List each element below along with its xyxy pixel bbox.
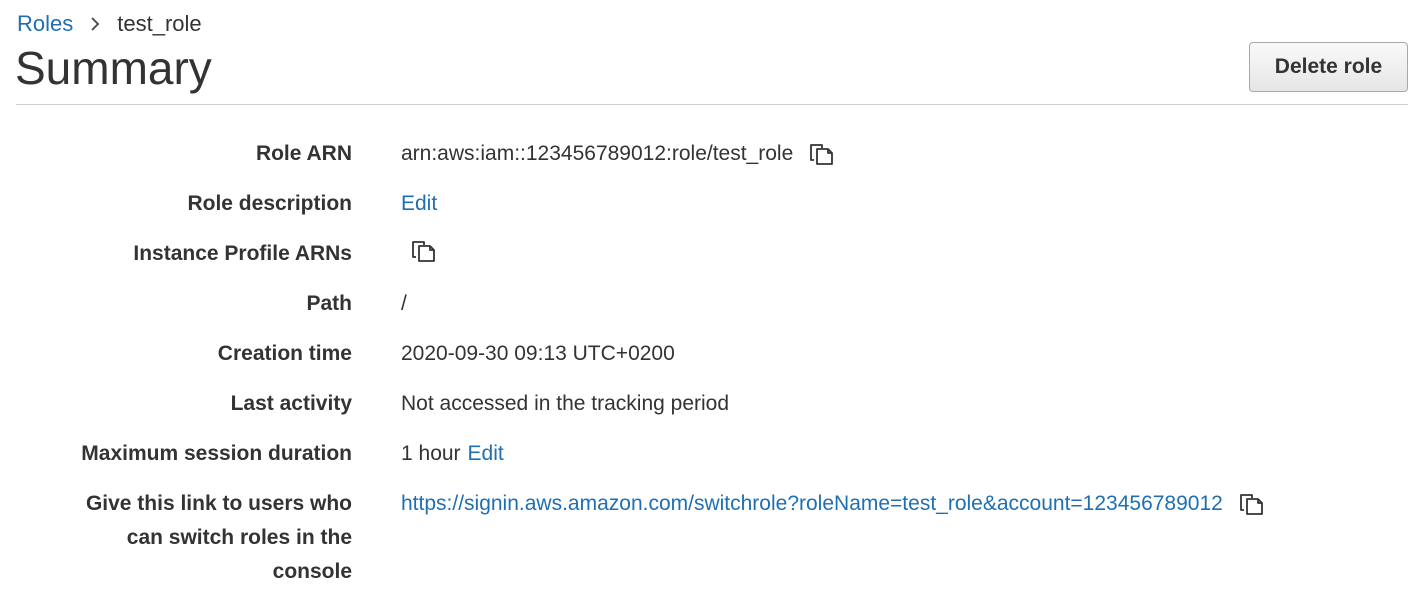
edit-session-duration-link[interactable]: Edit [468,437,504,471]
label-last-activity: Last activity [230,392,352,415]
divider [16,104,1408,105]
row-role-description: Role description Edit [0,187,1416,221]
breadcrumb-current: test_role [117,11,202,36]
label-role-description: Role description [187,192,352,215]
label-switch-line-2: can switch roles in the [126,526,352,549]
value-role-description: Edit [401,187,437,221]
label-switch-line-3: console [272,560,352,583]
row-creation-time: Creation time 2020-09-30 09:13 UTC+0200 [0,337,1416,371]
value-creation-time: 2020-09-30 09:13 UTC+0200 [401,342,675,365]
label-path: Path [306,292,352,315]
role-details: Role ARN arn:aws:iam::123456789012:role/… [0,137,1416,600]
switch-role-url-link[interactable]: https://signin.aws.amazon.com/switchrole… [401,487,1223,521]
label-instance-profile-arns: Instance Profile ARNs [133,242,352,265]
label-max-session-duration: Maximum session duration [81,442,352,465]
value-switch-role-link: https://signin.aws.amazon.com/switchrole… [401,487,1265,521]
value-instance-profile-arns [409,237,437,265]
value-path: / [401,292,407,315]
delete-role-button[interactable]: Delete role [1249,42,1408,92]
row-last-activity: Last activity Not accessed in the tracki… [0,387,1416,421]
chevron-right-icon [90,16,100,32]
row-switch-role-link: Give this link to users who can switch r… [0,487,1416,589]
label-switch-role-link: Give this link to users who can switch r… [0,487,352,589]
role-arn-text: arn:aws:iam::123456789012:role/test_role [401,142,794,165]
row-instance-profile-arns: Instance Profile ARNs [0,237,1416,271]
row-role-arn: Role ARN arn:aws:iam::123456789012:role/… [0,137,1416,171]
breadcrumb-roles-link[interactable]: Roles [17,10,73,38]
value-last-activity: Not accessed in the tracking period [401,392,730,415]
copy-icon[interactable] [409,237,437,265]
max-session-text: 1 hour [401,442,461,465]
value-max-session-duration: 1 hour Edit [401,437,504,471]
copy-icon[interactable] [1237,490,1265,518]
label-role-arn: Role ARN [255,142,352,165]
role-summary-page: Roles test_role Summary Delete role Role… [0,0,1416,600]
breadcrumb: Roles test_role [17,10,202,38]
label-creation-time: Creation time [217,342,352,365]
page-title: Summary [15,42,212,94]
row-max-session-duration: Maximum session duration 1 hour Edit [0,437,1416,471]
value-role-arn: arn:aws:iam::123456789012:role/test_role [401,137,835,171]
row-path: Path / [0,287,1416,321]
edit-description-link[interactable]: Edit [401,187,437,221]
copy-icon[interactable] [807,140,835,168]
label-switch-line-1: Give this link to users who [85,492,352,515]
